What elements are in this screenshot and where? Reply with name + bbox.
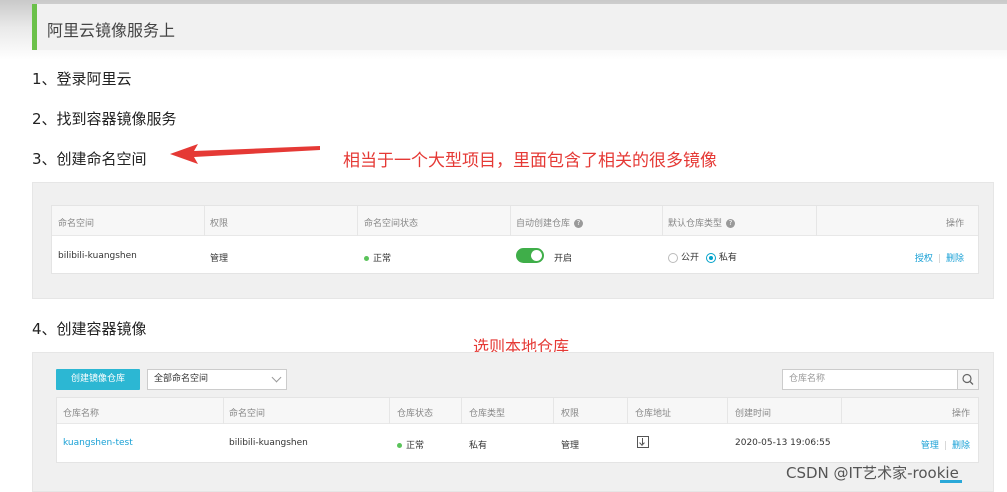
namespace-table-header: 命名空间 权限 命名空间状态 自动创建仓库? 默认仓库类型? 操作	[52, 206, 978, 236]
namespace-select-value: 全部命名空间	[154, 374, 209, 384]
col-default-repo-type: 默认仓库类型?	[668, 216, 736, 229]
col-repo-status: 仓库状态	[397, 409, 434, 419]
namespace-actions: 授权 | 删除	[914, 254, 964, 264]
download-icon[interactable]	[637, 436, 649, 448]
col-permission: 权限	[210, 219, 229, 229]
watermark: CSDN @IT艺术家-rookie	[786, 464, 959, 482]
repo-name-link[interactable]: kuangshen-test	[63, 438, 133, 448]
step-4-text: 4、创建容器镜像	[32, 320, 147, 338]
status-dot-icon	[364, 256, 369, 261]
search-icon	[962, 373, 974, 385]
repo-namespace: bilibili-kuangshen	[229, 438, 308, 448]
help-icon[interactable]: ?	[574, 219, 584, 228]
help-icon[interactable]: ?	[726, 219, 736, 228]
namespace-select[interactable]: 全部命名空间	[147, 369, 287, 390]
repo-type: 私有	[469, 441, 488, 451]
section-title-bar: 阿里云镜像服务上	[32, 4, 1007, 50]
scroll-indicator	[940, 480, 962, 483]
repo-table-header: 仓库名称 命名空间 仓库状态 仓库类型 权限 仓库地址 创建时间 操作	[57, 398, 978, 424]
step-2-text: 2、找到容器镜像服务	[32, 110, 177, 128]
radio-private[interactable]	[705, 252, 716, 263]
repo-search-input[interactable]: 仓库名称	[782, 369, 958, 390]
chevron-down-icon	[271, 372, 282, 383]
repo-permission: 管理	[561, 441, 580, 451]
col-repo-type: 仓库类型	[469, 409, 506, 419]
col-auto-create: 自动创建仓库?	[516, 216, 584, 229]
authorize-link[interactable]: 授权	[915, 254, 933, 264]
col-created-time: 创建时间	[735, 409, 772, 419]
repo-type-radio-group: 公开 私有	[668, 250, 737, 263]
create-repo-button[interactable]: 创建镜像仓库	[56, 369, 140, 390]
radio-public[interactable]	[668, 252, 678, 263]
namespace-name: bilibili-kuangshen	[58, 251, 137, 261]
col-actions: 操作	[951, 409, 970, 419]
radio-private-label: 私有	[718, 253, 737, 263]
auto-create-label: 开启	[554, 254, 573, 264]
section-title: 阿里云镜像服务上	[47, 21, 176, 40]
repo-created-time: 2020-05-13 19:06:55	[735, 438, 831, 448]
namespace-permission: 管理	[210, 254, 229, 264]
repo-actions: 管理 | 删除	[920, 441, 970, 451]
manage-link[interactable]: 管理	[921, 441, 939, 451]
step-3-text: 3、创建命名空间	[32, 150, 147, 168]
repo-status: 正常	[397, 438, 424, 451]
col-permission: 权限	[561, 409, 580, 419]
col-namespace: 命名空间	[58, 219, 95, 229]
search-button[interactable]	[957, 369, 979, 390]
namespace-status: 正常	[364, 251, 391, 264]
repo-table: 仓库名称 命名空间 仓库状态 仓库类型 权限 仓库地址 创建时间 操作 kuan…	[56, 397, 979, 463]
namespace-panel: 命名空间 权限 命名空间状态 自动创建仓库? 默认仓库类型? 操作 bilibi…	[32, 182, 994, 299]
delete-namespace-link[interactable]: 删除	[946, 254, 964, 264]
namespace-annotation: 相当于一个大型项目，里面包含了相关的很多镜像	[343, 151, 717, 171]
radio-public-label: 公开	[681, 253, 700, 263]
delete-repo-link[interactable]: 删除	[952, 441, 970, 451]
col-namespace: 命名空间	[229, 409, 266, 419]
status-dot-icon	[397, 443, 402, 448]
col-repo-address: 仓库地址	[635, 409, 672, 419]
red-arrow-icon	[170, 144, 320, 164]
col-namespace-status: 命名空间状态	[364, 219, 419, 229]
col-actions: 操作	[945, 219, 964, 229]
col-repo-name: 仓库名称	[63, 409, 100, 419]
namespace-table: 命名空间 权限 命名空间状态 自动创建仓库? 默认仓库类型? 操作 bilibi…	[51, 205, 979, 274]
step-1-text: 1、登录阿里云	[32, 70, 132, 88]
auto-create-toggle[interactable]	[516, 248, 544, 263]
